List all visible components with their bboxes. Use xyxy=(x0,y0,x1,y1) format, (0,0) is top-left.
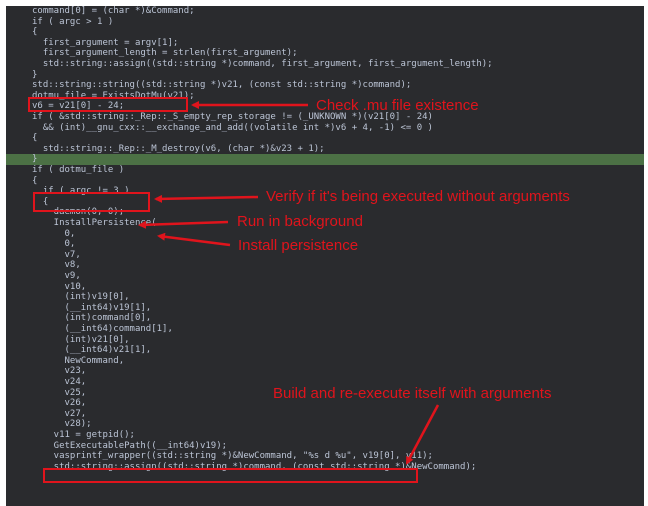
code-line-text: && (int)__gnu_cxx::__exchange_and_add((v… xyxy=(32,122,433,133)
annotation-verify-args: Verify if it's being executed without ar… xyxy=(266,188,570,205)
code-line-text: v23, xyxy=(32,366,87,377)
code-line-text: if ( dotmu_file ) xyxy=(32,165,125,175)
annotation-check-mu: Check .mu file existence xyxy=(316,97,479,114)
code-line-text: (int)v21[0], xyxy=(32,334,130,345)
code-line-text: vasprintf_wrapper((std::string *)&NewCom… xyxy=(32,451,433,462)
code-line-text: v25, xyxy=(32,387,87,398)
highlight-box-argc-check xyxy=(33,192,150,212)
code-line: { xyxy=(6,27,644,38)
code-line-text: NewCommand, xyxy=(32,355,125,366)
code-line-text: v11 = getpid(); xyxy=(32,430,135,440)
code-line: (__int64)command[1], xyxy=(6,324,644,335)
code-line-text: v26, xyxy=(32,398,87,409)
code-line: (__int64)v19[1], xyxy=(6,303,644,314)
code-line-text: v10, xyxy=(32,281,87,292)
annotation-run-background: Run in background xyxy=(237,213,363,230)
code-line-text: (__int64)v21[1], xyxy=(32,345,152,356)
code-line: std::string::_Rep::_M_destroy(v6, (char … xyxy=(6,144,644,155)
highlight-box-dotmu-check xyxy=(28,97,188,112)
code-line-text: (__int64)command[1], xyxy=(32,324,173,334)
code-line-text: } xyxy=(32,69,38,80)
highlight-box-vasprintf xyxy=(43,468,418,483)
code-line-text: std::string::_Rep::_M_destroy(v6, (char … xyxy=(32,143,325,154)
code-line: std::string::string((std::string *)v21, … xyxy=(6,80,644,91)
code-line: if ( argc > 1 ) xyxy=(6,17,644,28)
code-line-text: first_argument = argv[1]; xyxy=(32,37,179,48)
code-line: (__int64)v21[1], xyxy=(6,345,644,356)
code-line-text: GetExecutablePath((__int64)v19); xyxy=(32,440,228,451)
code-line: first_argument = argv[1]; xyxy=(6,38,644,49)
code-line: v9, xyxy=(6,271,644,282)
code-line: (int)command[0], xyxy=(6,313,644,324)
code-line: GetExecutablePath((__int64)v19); xyxy=(6,441,644,452)
code-line: v8, xyxy=(6,260,644,271)
code-line: command[0] = (char *)&Command; xyxy=(6,6,644,17)
code-line-text: } xyxy=(32,154,38,165)
code-line: v27, xyxy=(6,409,644,420)
code-line-text: InstallPersistence( xyxy=(32,218,157,228)
annotation-build-reexecute: Build and re-execute itself with argumen… xyxy=(273,385,552,402)
code-line-text: v28); xyxy=(32,419,92,430)
code-line-text: v9, xyxy=(32,271,81,281)
code-line: NewCommand, xyxy=(6,356,644,367)
code-line: } xyxy=(6,70,644,81)
code-line-text: 0, xyxy=(32,228,76,239)
code-line: && (int)__gnu_cxx::__exchange_and_add((v… xyxy=(6,123,644,134)
code-line-text: std::string::assign((std::string *)comma… xyxy=(32,59,493,69)
code-line-text: command[0] = (char *)&Command; xyxy=(32,6,195,16)
code-line-text: { xyxy=(32,175,38,186)
code-line: v10, xyxy=(6,282,644,293)
code-line: (int)v19[0], xyxy=(6,292,644,303)
code-line-text: (int)v19[0], xyxy=(32,292,130,303)
code-line-text: v8, xyxy=(32,260,81,271)
code-line-text: if ( argc > 1 ) xyxy=(32,16,114,27)
code-line: v28); xyxy=(6,419,644,430)
code-line: (int)v21[0], xyxy=(6,335,644,346)
code-line-text: (int)command[0], xyxy=(32,313,152,324)
code-line-text: { xyxy=(32,133,38,144)
code-line-text: 0, xyxy=(32,239,76,250)
code-line: { xyxy=(6,133,644,144)
code-line: v23, xyxy=(6,366,644,377)
code-line-text: { xyxy=(32,27,38,38)
code-line-text: v24, xyxy=(32,377,87,387)
code-line: vasprintf_wrapper((std::string *)&NewCom… xyxy=(6,451,644,462)
code-line-text: first_argument_length = strlen(first_arg… xyxy=(32,48,298,59)
annotation-install-persistence: Install persistence xyxy=(238,237,359,254)
code-line: if ( dotmu_file ) xyxy=(6,165,644,176)
code-line-text: v27, xyxy=(32,408,87,419)
code-editor-panel: command[0] = (char *)&Command; if ( argc … xyxy=(6,6,644,506)
code-line: std::string::assign((std::string *)comma… xyxy=(6,59,644,70)
code-line-text: v7, xyxy=(32,249,81,260)
code-line-text: (__int64)v19[1], xyxy=(32,302,152,313)
code-line: v11 = getpid(); xyxy=(6,430,644,441)
code-line: { xyxy=(6,176,644,187)
code-line-text: std::string::string((std::string *)v21, … xyxy=(32,80,412,91)
code-line: } xyxy=(6,154,644,165)
code-line: first_argument_length = strlen(first_arg… xyxy=(6,48,644,59)
